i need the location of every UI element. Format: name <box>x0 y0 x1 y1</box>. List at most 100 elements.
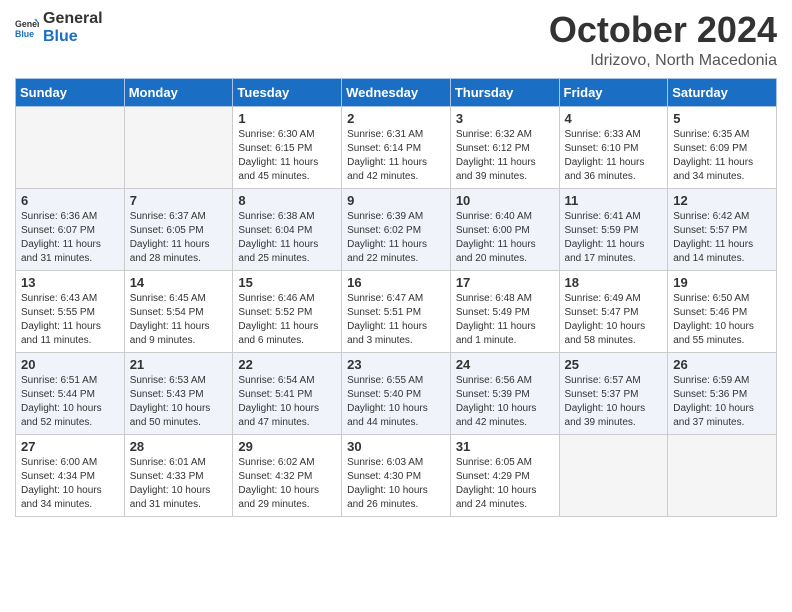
svg-text:Blue: Blue <box>15 28 34 38</box>
calendar-cell: 22 Sunrise: 6:54 AMSunset: 5:41 PMDayligh… <box>233 352 342 434</box>
calendar-cell: 20Sunrise: 6:51 AMSunset: 5:44 PMDayligh… <box>16 352 125 434</box>
cell-info: Sunrise: 6:59 AMSunset: 5:36 PMDaylight:… <box>673 374 771 430</box>
cell-info: Sunrise: 6:42 AMSunset: 5:57 PMDaylight:… <box>673 210 771 266</box>
cell-info: Sunrise: 6:56 AMSunset: 5:39 PMDaylight:… <box>456 374 554 430</box>
calendar-cell: 2 Sunrise: 6:31 AMSunset: 6:14 PMDaylight… <box>342 106 451 188</box>
calendar-cell: 1 Sunrise: 6:30 AMSunset: 6:15 PMDaylight… <box>233 106 342 188</box>
weekday-header-wednesday: Wednesday <box>342 78 451 106</box>
page: General Blue General Blue October 2024 I… <box>0 0 792 612</box>
calendar-cell: 19 Sunrise: 6:50 AMSunset: 5:46 PMDayligh… <box>668 270 777 352</box>
calendar-cell: 7 Sunrise: 6:37 AMSunset: 6:05 PMDaylight… <box>124 188 233 270</box>
cell-info: Sunrise: 6:32 AMSunset: 6:12 PMDaylight:… <box>456 128 554 184</box>
day-number: 6 <box>21 193 119 208</box>
day-number: 10 <box>456 193 554 208</box>
day-number: 7 <box>130 193 228 208</box>
weekday-header-friday: Friday <box>559 78 668 106</box>
calendar-cell: 13 Sunrise: 6:43 AMSunset: 5:55 PMDayligh… <box>16 270 125 352</box>
cell-info: Sunrise: 6:48 AMSunset: 5:49 PMDaylight:… <box>456 292 554 348</box>
day-number: 25 <box>565 357 663 372</box>
cell-info: Sunrise: 6:33 AMSunset: 6:10 PMDaylight:… <box>565 128 663 184</box>
calendar-cell: 23Sunrise: 6:55 AMSunset: 5:40 PMDayligh… <box>342 352 451 434</box>
cell-info: Sunrise: 6:03 AMSunset: 4:30 PMDaylight:… <box>347 456 445 512</box>
day-number: 16 <box>347 275 445 290</box>
cell-info: Sunrise: 6:31 AMSunset: 6:14 PMDaylight:… <box>347 128 445 184</box>
logo: General Blue General Blue <box>15 10 103 45</box>
calendar-cell: 29 Sunrise: 6:02 AMSunset: 4:32 PMDayligh… <box>233 434 342 516</box>
cell-info: Sunrise: 6:57 AMSunset: 5:37 PMDaylight:… <box>565 374 663 430</box>
cell-info: Sunrise: 6:36 AMSunset: 6:07 PMDaylight:… <box>21 210 119 266</box>
day-number: 19 <box>673 275 771 290</box>
calendar-cell: 15Sunrise: 6:46 AMSunset: 5:52 PMDayligh… <box>233 270 342 352</box>
calendar-cell <box>668 434 777 516</box>
calendar-week-5: 27 Sunrise: 6:00 AMSunset: 4:34 PMDayligh… <box>16 434 777 516</box>
cell-info: Sunrise: 6:05 AMSunset: 4:29 PMDaylight:… <box>456 456 554 512</box>
day-number: 14 <box>130 275 228 290</box>
day-number: 21 <box>130 357 228 372</box>
calendar-cell: 28Sunrise: 6:01 AMSunset: 4:33 PMDayligh… <box>124 434 233 516</box>
calendar-cell: 31Sunrise: 6:05 AMSunset: 4:29 PMDayligh… <box>450 434 559 516</box>
header-row: SundayMondayTuesdayWednesdayThursdayFrid… <box>16 78 777 106</box>
calendar-cell <box>559 434 668 516</box>
day-number: 27 <box>21 439 119 454</box>
calendar-cell: 12Sunrise: 6:42 AMSunset: 5:57 PMDayligh… <box>668 188 777 270</box>
cell-info: Sunrise: 6:37 AMSunset: 6:05 PMDaylight:… <box>130 210 228 266</box>
day-number: 17 <box>456 275 554 290</box>
cell-info: Sunrise: 6:40 AMSunset: 6:00 PMDaylight:… <box>456 210 554 266</box>
weekday-header-thursday: Thursday <box>450 78 559 106</box>
day-number: 9 <box>347 193 445 208</box>
cell-info: Sunrise: 6:41 AMSunset: 5:59 PMDaylight:… <box>565 210 663 266</box>
svg-text:General: General <box>15 19 39 29</box>
cell-info: Sunrise: 6:38 AMSunset: 6:04 PMDaylight:… <box>238 210 336 266</box>
day-number: 29 <box>238 439 336 454</box>
day-number: 24 <box>456 357 554 372</box>
calendar-cell: 8 Sunrise: 6:38 AMSunset: 6:04 PMDaylight… <box>233 188 342 270</box>
day-number: 11 <box>565 193 663 208</box>
logo-icon: General Blue <box>15 16 39 40</box>
day-number: 28 <box>130 439 228 454</box>
day-number: 15 <box>238 275 336 290</box>
day-number: 22 <box>238 357 336 372</box>
calendar-cell: 30 Sunrise: 6:03 AMSunset: 4:30 PMDayligh… <box>342 434 451 516</box>
title-block: October 2024 Idrizovo, North Macedonia <box>549 10 777 70</box>
day-number: 1 <box>238 111 336 126</box>
calendar-cell: 16Sunrise: 6:47 AMSunset: 5:51 PMDayligh… <box>342 270 451 352</box>
calendar-cell: 18Sunrise: 6:49 AMSunset: 5:47 PMDayligh… <box>559 270 668 352</box>
calendar-week-4: 20Sunrise: 6:51 AMSunset: 5:44 PMDayligh… <box>16 352 777 434</box>
cell-info: Sunrise: 6:50 AMSunset: 5:46 PMDaylight:… <box>673 292 771 348</box>
day-number: 8 <box>238 193 336 208</box>
calendar-cell: 17 Sunrise: 6:48 AMSunset: 5:49 PMDayligh… <box>450 270 559 352</box>
day-number: 5 <box>673 111 771 126</box>
calendar-week-1: 1 Sunrise: 6:30 AMSunset: 6:15 PMDaylight… <box>16 106 777 188</box>
calendar-cell <box>16 106 125 188</box>
weekday-header-tuesday: Tuesday <box>233 78 342 106</box>
calendar-cell: 27 Sunrise: 6:00 AMSunset: 4:34 PMDayligh… <box>16 434 125 516</box>
calendar-cell: 24 Sunrise: 6:56 AMSunset: 5:39 PMDayligh… <box>450 352 559 434</box>
logo-general-text: General <box>43 10 103 28</box>
day-number: 18 <box>565 275 663 290</box>
cell-info: Sunrise: 6:53 AMSunset: 5:43 PMDaylight:… <box>130 374 228 430</box>
calendar-cell: 21 Sunrise: 6:53 AMSunset: 5:43 PMDayligh… <box>124 352 233 434</box>
weekday-header-saturday: Saturday <box>668 78 777 106</box>
cell-info: Sunrise: 6:43 AMSunset: 5:55 PMDaylight:… <box>21 292 119 348</box>
cell-info: Sunrise: 6:02 AMSunset: 4:32 PMDaylight:… <box>238 456 336 512</box>
cell-info: Sunrise: 6:54 AMSunset: 5:41 PMDaylight:… <box>238 374 336 430</box>
calendar-week-2: 6 Sunrise: 6:36 AMSunset: 6:07 PMDaylight… <box>16 188 777 270</box>
calendar-cell: 3 Sunrise: 6:32 AMSunset: 6:12 PMDaylight… <box>450 106 559 188</box>
calendar-cell: 25 Sunrise: 6:57 AMSunset: 5:37 PMDayligh… <box>559 352 668 434</box>
day-number: 4 <box>565 111 663 126</box>
day-number: 26 <box>673 357 771 372</box>
cell-info: Sunrise: 6:45 AMSunset: 5:54 PMDaylight:… <box>130 292 228 348</box>
day-number: 13 <box>21 275 119 290</box>
cell-info: Sunrise: 6:39 AMSunset: 6:02 PMDaylight:… <box>347 210 445 266</box>
day-number: 3 <box>456 111 554 126</box>
cell-info: Sunrise: 6:00 AMSunset: 4:34 PMDaylight:… <box>21 456 119 512</box>
day-number: 2 <box>347 111 445 126</box>
day-number: 30 <box>347 439 445 454</box>
cell-info: Sunrise: 6:30 AMSunset: 6:15 PMDaylight:… <box>238 128 336 184</box>
weekday-header-monday: Monday <box>124 78 233 106</box>
month-title: October 2024 <box>549 10 777 50</box>
calendar-cell: 6 Sunrise: 6:36 AMSunset: 6:07 PMDaylight… <box>16 188 125 270</box>
calendar-cell <box>124 106 233 188</box>
cell-info: Sunrise: 6:55 AMSunset: 5:40 PMDaylight:… <box>347 374 445 430</box>
calendar-cell: 4 Sunrise: 6:33 AMSunset: 6:10 PMDaylight… <box>559 106 668 188</box>
